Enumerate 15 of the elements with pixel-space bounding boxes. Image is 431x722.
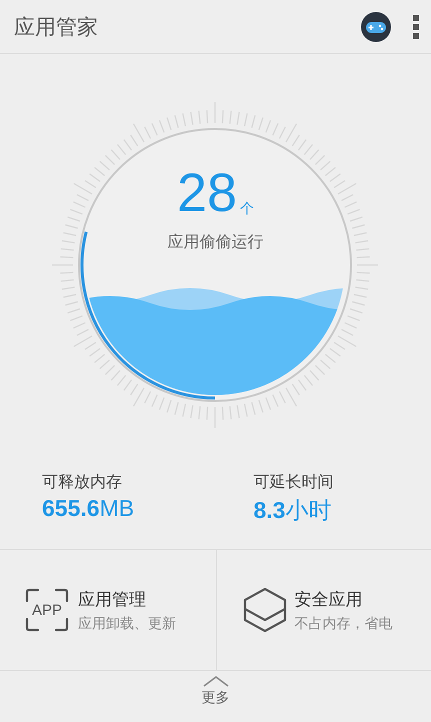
app-title: 应用管家 (14, 14, 99, 40)
stat-value: 655.6MB (42, 495, 134, 522)
chevron-up-icon (202, 675, 228, 687)
gauge-caption: 应用偷偷运行 (168, 232, 264, 253)
more-button[interactable]: 更多 (196, 671, 236, 708)
running-count: 28 (176, 166, 238, 220)
hexagon-icon (242, 587, 286, 633)
stat-label: 可释放内存 (42, 472, 122, 493)
stat-value: 8.3小时 (254, 496, 332, 525)
gamepad-icon[interactable] (361, 12, 391, 42)
feature-tile[interactable]: APP 应用管理 应用卸载、更新 (0, 550, 216, 670)
stat-label: 可延长时间 (254, 472, 334, 493)
count-unit: 个 (240, 200, 254, 218)
feature-tile[interactable]: 安全应用 不占内存，省电 (216, 550, 431, 670)
more-menu-icon[interactable] (413, 14, 419, 38)
